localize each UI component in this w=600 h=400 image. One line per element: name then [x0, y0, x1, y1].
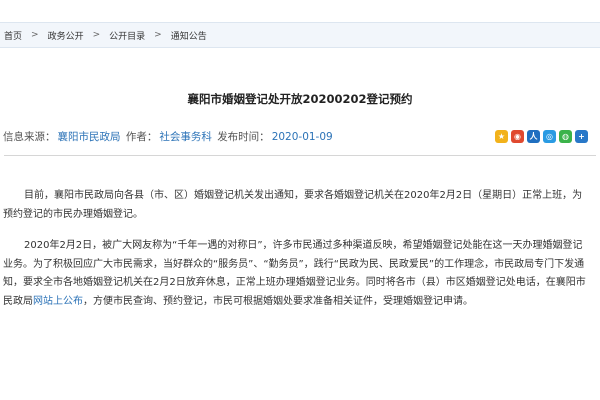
more-icon[interactable]: + — [575, 129, 588, 143]
qzone-icon[interactable]: ★ — [495, 129, 508, 143]
breadcrumb: 首页 > 政务公开 > 公开目录 > 通知公告 — [0, 22, 600, 48]
website-link[interactable]: 网站上公布 — [33, 296, 83, 307]
top-band — [0, 0, 600, 22]
article-body: 目前，襄阳市民政局向各县（市、区）婚姻登记机关发出通知，要求各婚姻登记机关在20… — [0, 187, 600, 311]
author-label: 作者： — [125, 130, 158, 143]
source-link[interactable]: 襄阳市民政局 — [58, 131, 121, 143]
tencent-weibo-icon[interactable]: ◎ — [543, 129, 556, 143]
wechat-icon[interactable]: ◍ — [559, 129, 572, 143]
publish-date: 2020-01-09 — [271, 130, 333, 143]
divider — [4, 155, 596, 156]
source-label: 信息来源： — [3, 130, 56, 143]
paragraph-2: 2020年2月2日，被广大网友称为“千年一遇的对称日”，许多市民通过多种渠道反映… — [3, 237, 590, 311]
breadcrumb-separator: > — [92, 30, 101, 40]
breadcrumb-directory[interactable]: 公开目录 — [109, 29, 145, 42]
article-title: 襄阳市婚姻登记处开放20200202登记预约 — [187, 92, 413, 106]
renren-icon[interactable]: 人 — [527, 129, 540, 143]
weibo-icon[interactable]: ◉ — [511, 129, 524, 143]
breadcrumb-separator: > — [31, 30, 39, 40]
article-meta: 信息来源： 襄阳市民政局 作者： 社会事务科 发布时间： 2020-01-09 ★ ◉… — [3, 127, 596, 145]
date-label: 发布时间： — [217, 130, 270, 143]
breadcrumb-home[interactable]: 首页 — [4, 29, 22, 42]
meta-info: 信息来源： 襄阳市民政局 作者： 社会事务科 发布时间： 2020-01-09 — [3, 129, 335, 144]
breadcrumb-gov-affairs[interactable]: 政务公开 — [48, 29, 84, 42]
author-link[interactable]: 社会事务科 — [159, 131, 212, 143]
paragraph-2-tail: ，方便市民查询、预约登记，市民可根据婚姻处要求准备相关证件，受理婚姻登记申请。 — [83, 295, 473, 307]
paragraph-1: 目前，襄阳市民政局向各县（市、区）婚姻登记机关发出通知，要求各婚姻登记机关在20… — [3, 190, 583, 220]
breadcrumb-notices[interactable]: 通知公告 — [171, 29, 207, 42]
share-bar: ★ ◉ 人 ◎ ◍ + — [495, 129, 588, 143]
breadcrumb-separator: > — [154, 30, 162, 40]
